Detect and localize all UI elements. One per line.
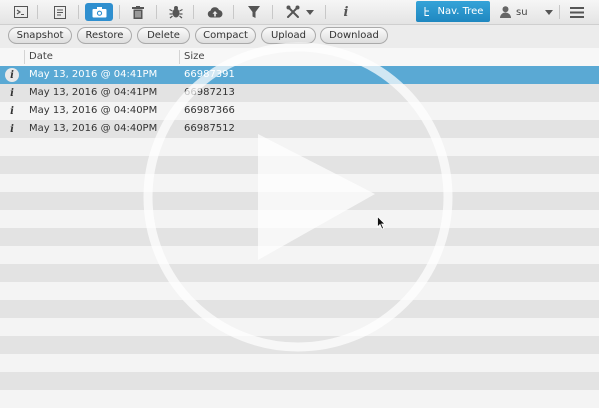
row-size: 66987391 bbox=[184, 69, 235, 80]
tree-icon bbox=[424, 6, 429, 16]
user-icon bbox=[500, 6, 511, 18]
cloud-upload-icon[interactable] bbox=[203, 3, 227, 21]
table-stripe bbox=[0, 282, 599, 300]
column-divider bbox=[24, 50, 25, 64]
table-stripe bbox=[0, 156, 599, 174]
toolbar-divider bbox=[119, 5, 120, 19]
hamburger-menu-icon[interactable] bbox=[566, 3, 588, 21]
bug-icon[interactable] bbox=[164, 3, 188, 21]
toolbar-divider bbox=[78, 5, 79, 19]
table-stripe bbox=[0, 246, 599, 264]
row-date: May 13, 2016 @ 04:40PM bbox=[29, 123, 158, 134]
row-size: 66987366 bbox=[184, 105, 235, 116]
table-stripe bbox=[0, 300, 599, 318]
info-icon[interactable]: i bbox=[5, 104, 19, 118]
table-stripe bbox=[0, 138, 599, 156]
top-toolbar: i Nav. Tree su bbox=[0, 0, 599, 25]
column-header-size[interactable]: Size bbox=[184, 48, 205, 66]
delete-button[interactable]: Delete bbox=[137, 27, 190, 44]
table-row[interactable]: i May 13, 2016 @ 04:41PM 66987213 bbox=[0, 84, 599, 102]
table-stripe bbox=[0, 174, 599, 192]
restore-button[interactable]: Restore bbox=[77, 27, 132, 44]
toolbar-divider bbox=[233, 5, 234, 19]
table-stripe bbox=[0, 228, 599, 246]
notes-icon[interactable] bbox=[48, 3, 72, 21]
info-icon[interactable]: i bbox=[334, 3, 358, 21]
trash-icon[interactable] bbox=[126, 3, 150, 21]
tools-icon[interactable] bbox=[281, 3, 305, 21]
download-button[interactable]: Download bbox=[320, 27, 388, 44]
row-size: 66987213 bbox=[184, 87, 235, 98]
user-name: su bbox=[516, 6, 528, 18]
column-divider bbox=[179, 50, 180, 64]
chevron-down-icon bbox=[544, 9, 553, 15]
table-stripe bbox=[0, 210, 599, 228]
nav-tree-label: Nav. Tree bbox=[437, 6, 484, 17]
nav-tree-button[interactable]: Nav. Tree bbox=[416, 1, 490, 22]
snapshot-table: Date Size i May 13, 2016 @ 04:41PM 66987… bbox=[0, 48, 599, 408]
table-stripe bbox=[0, 192, 599, 210]
action-bar: Snapshot Restore Delete Compact Upload D… bbox=[0, 25, 599, 48]
toolbar-divider bbox=[559, 5, 560, 19]
filter-icon[interactable] bbox=[242, 3, 266, 21]
row-size: 66987512 bbox=[184, 123, 235, 134]
info-icon[interactable]: i bbox=[5, 68, 19, 82]
table-row[interactable]: i May 13, 2016 @ 04:40PM 66987512 bbox=[0, 120, 599, 138]
table-stripe bbox=[0, 264, 599, 282]
row-date: May 13, 2016 @ 04:41PM bbox=[29, 87, 158, 98]
toolbar-divider bbox=[193, 5, 194, 19]
table-row[interactable]: i May 13, 2016 @ 04:40PM 66987366 bbox=[0, 102, 599, 120]
toolbar-divider bbox=[325, 5, 326, 19]
table-stripe bbox=[0, 318, 599, 336]
table-stripe bbox=[0, 372, 599, 390]
table-stripe bbox=[0, 390, 599, 408]
info-icon[interactable]: i bbox=[5, 86, 19, 100]
table-stripe bbox=[0, 336, 599, 354]
mouse-cursor-icon bbox=[377, 216, 386, 230]
row-date: May 13, 2016 @ 04:40PM bbox=[29, 105, 158, 116]
upload-button[interactable]: Upload bbox=[261, 27, 316, 44]
compact-button[interactable]: Compact bbox=[195, 27, 256, 44]
column-header-date[interactable]: Date bbox=[29, 48, 53, 66]
table-header: Date Size bbox=[0, 48, 599, 67]
user-menu[interactable]: su bbox=[500, 3, 553, 21]
toolbar-divider bbox=[156, 5, 157, 19]
table-row[interactable]: i May 13, 2016 @ 04:41PM 66987391 bbox=[0, 66, 599, 84]
toolbar-divider bbox=[272, 5, 273, 19]
tools-dropdown-icon[interactable] bbox=[303, 3, 317, 21]
camera-icon[interactable] bbox=[85, 3, 113, 21]
terminal-icon[interactable] bbox=[9, 3, 33, 21]
table-stripe bbox=[0, 354, 599, 372]
toolbar-divider bbox=[37, 5, 38, 19]
info-icon[interactable]: i bbox=[5, 122, 19, 136]
snapshot-button[interactable]: Snapshot bbox=[8, 27, 72, 44]
row-date: May 13, 2016 @ 04:41PM bbox=[29, 69, 158, 80]
